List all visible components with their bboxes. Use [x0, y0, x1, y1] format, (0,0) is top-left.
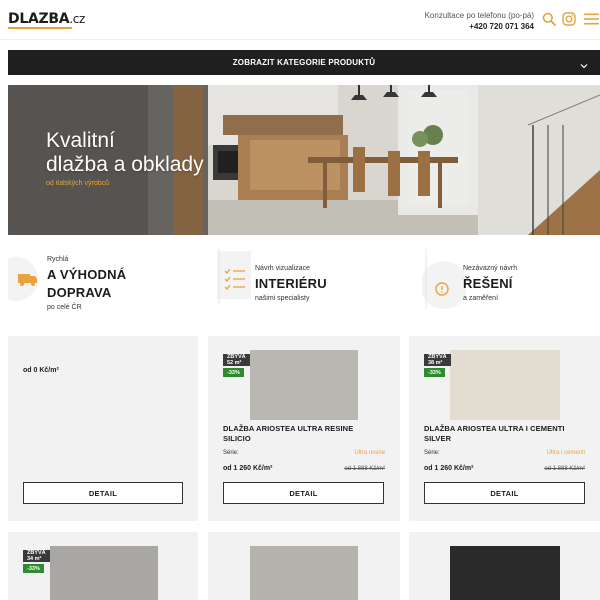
product-card[interactable]: ZBÝVÁ 38 m² -33% DLAŽBA ARIOSTEA ULTRA I… — [409, 336, 600, 521]
hero-subtitle: od italských výrobců — [46, 180, 110, 187]
hero-title: Kvalitní dlažba a obklady — [46, 129, 204, 177]
feature-solution-small: Nezávazný návrh — [463, 265, 518, 272]
feature-solution: Nezávazný návrh ŘEŠENÍ a zaměření — [422, 247, 600, 322]
logo-underline — [8, 27, 72, 29]
feature-visualization-tail: našimi specialisty — [255, 295, 310, 302]
discount-badge: -33% — [23, 564, 44, 573]
product-card[interactable]: ZBÝVÁ 52 m² -33% DLAŽBA ARIOSTEA ULTRA R… — [208, 336, 400, 521]
feature-solution-title: ŘEŠENÍ — [463, 276, 513, 291]
checklist-icon — [217, 249, 251, 305]
product-card[interactable] — [409, 532, 600, 600]
product-card[interactable]: od 0 Kč/m² DETAIL — [8, 336, 198, 521]
feature-visualization-small: Návrh vizualizace — [255, 265, 310, 272]
product-name[interactable]: DLAŽBA ARIOSTEA ULTRA I CEMENTI SILVER — [424, 424, 594, 444]
feature-delivery-small: Rychlá — [47, 256, 69, 263]
product-price: od 0 Kč/m² — [23, 367, 59, 374]
product-name-line2: SILICIO — [223, 434, 251, 443]
product-image[interactable] — [250, 546, 358, 600]
stock-badge: ZBÝVÁ 52 m² — [223, 354, 250, 366]
instagram-icon[interactable] — [561, 11, 577, 27]
feature-solution-tail: a zaměření — [463, 295, 499, 302]
product-name-line1: DLAŽBA ARIOSTEA ULTRA RESINE — [223, 424, 354, 433]
feature-delivery: Rychlá A VÝHODNÁ DOPRAVA po celé ČR — [8, 247, 208, 322]
product-name-line1: DLAŽBA ARIOSTEA ULTRA I CEMENTI — [424, 424, 565, 433]
product-old-price: od 1 888 Kč/m² — [544, 466, 585, 472]
contact-label: Konzultace po telefonu (po-pá) — [424, 11, 534, 20]
contact-phone[interactable]: +420 720 071 364 — [425, 21, 534, 32]
hero-title-line2: dlažba a obklady — [46, 153, 204, 176]
site-header: DLAZBA.cz Konzultace po telefonu (po-pá)… — [0, 0, 600, 40]
product-detail-button[interactable]: DETAIL — [23, 482, 183, 504]
features-strip: Rychlá A VÝHODNÁ DOPRAVA po celé ČR Návr… — [8, 247, 600, 322]
feature-visualization-title: INTERIÉRU — [255, 276, 327, 291]
product-card[interactable] — [208, 532, 400, 600]
series-label: Série: — [424, 450, 440, 456]
feature-visualization: Návrh vizualizace INTERIÉRU našimi speci… — [215, 247, 415, 322]
product-detail-button[interactable]: DETAIL — [223, 482, 384, 504]
product-image[interactable] — [250, 350, 358, 420]
product-image[interactable] — [450, 350, 560, 420]
show-categories-button[interactable]: ZOBRAZIT KATEGORIE PRODUKTŮ — [8, 50, 600, 75]
series-label: Série: — [223, 450, 239, 456]
show-categories-label: ZOBRAZIT KATEGORIE PRODUKTŮ — [232, 58, 376, 67]
search-icon[interactable] — [541, 11, 557, 27]
product-price: od 1 260 Kč/m² — [223, 465, 273, 472]
feature-delivery-tail: po celé ČR — [47, 304, 82, 311]
logo-suffix: .cz — [69, 12, 86, 26]
phone-contact[interactable]: Konzultace po telefonu (po-pá) +420 720 … — [425, 10, 534, 32]
stock-badge: ZBÝVÁ 34 m² — [23, 550, 50, 562]
site-logo[interactable]: DLAZBA.cz — [8, 10, 85, 32]
hero-banner: Kvalitní dlažba a obklady od italských v… — [8, 85, 600, 235]
series-value[interactable]: Ultra resine — [354, 450, 385, 456]
discount-badge: -33% — [424, 368, 445, 377]
location-pin-icon — [422, 249, 466, 309]
product-card[interactable]: ZBÝVÁ 34 m² -33% — [8, 532, 198, 600]
stock-badge: ZBÝVÁ 38 m² — [424, 354, 451, 366]
product-price: od 1 260 Kč/m² — [424, 465, 474, 472]
product-name-line2: SILVER — [424, 434, 452, 443]
truck-icon — [8, 257, 38, 301]
hero-title-line1: Kvalitní — [46, 129, 115, 152]
product-image[interactable] — [450, 546, 560, 600]
chevron-down-icon — [580, 57, 588, 75]
product-detail-button[interactable]: DETAIL — [424, 482, 585, 504]
product-image[interactable] — [50, 546, 158, 600]
product-old-price: od 1 888 Kč/m² — [344, 466, 385, 472]
feature-delivery-title1: A VÝHODNÁ — [47, 267, 127, 282]
discount-badge: -33% — [223, 368, 244, 377]
hamburger-menu-icon[interactable] — [583, 11, 599, 27]
feature-delivery-title2: DOPRAVA — [47, 285, 112, 300]
product-name[interactable]: DLAŽBA ARIOSTEA ULTRA RESINE SILICIO — [223, 424, 393, 444]
series-value[interactable]: Ultra i cementi — [547, 450, 585, 456]
logo-main: DLAZBA — [8, 11, 70, 27]
